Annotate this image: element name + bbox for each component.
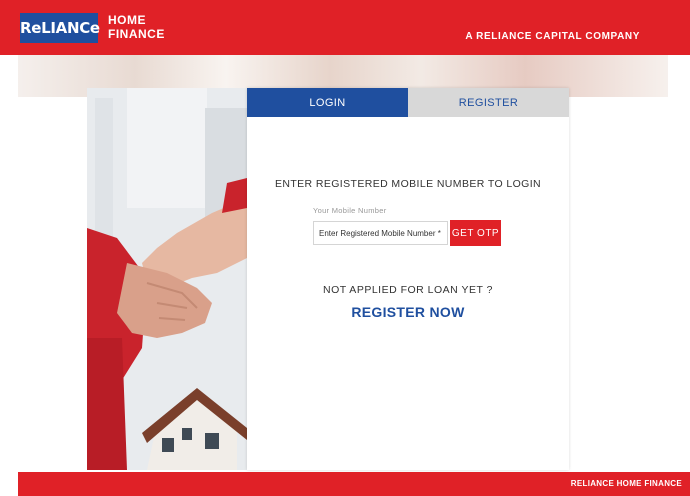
mobile-number-input[interactable] xyxy=(313,221,448,245)
mobile-field-label: Your Mobile Number xyxy=(313,206,387,215)
logo-sub-line1: HOME xyxy=(108,13,146,27)
login-instruction: ENTER REGISTERED MOBILE NUMBER TO LOGIN xyxy=(274,178,542,190)
home-finance-logo-text: HOME FINANCE xyxy=(108,13,165,41)
footer-brand-text: RELIANCE HOME FINANCE xyxy=(570,479,682,488)
handshake-illustration xyxy=(87,88,247,470)
top-header: ReLIANCe HOME FINANCE A RELIANCE CAPITAL… xyxy=(0,0,690,55)
logo-sub-line2: FINANCE xyxy=(108,27,165,41)
tab-register[interactable]: REGISTER xyxy=(408,88,569,117)
login-panel: LOGIN REGISTER ENTER REGISTERED MOBILE N… xyxy=(247,88,569,470)
not-applied-text: NOT APPLIED FOR LOAN YET ? xyxy=(323,284,493,296)
handshake-house-image xyxy=(87,88,247,470)
header-tagline: A RELIANCE CAPITAL COMPANY xyxy=(465,31,640,42)
get-otp-button[interactable]: GET OTP xyxy=(450,220,501,246)
reliance-logo[interactable]: ReLIANCe xyxy=(20,13,100,43)
register-now-link[interactable]: REGISTER NOW xyxy=(247,304,569,320)
tab-bar: LOGIN REGISTER xyxy=(247,88,569,117)
tab-login[interactable]: LOGIN xyxy=(247,88,408,117)
footer-bar: RELIANCE HOME FINANCE xyxy=(18,472,690,496)
